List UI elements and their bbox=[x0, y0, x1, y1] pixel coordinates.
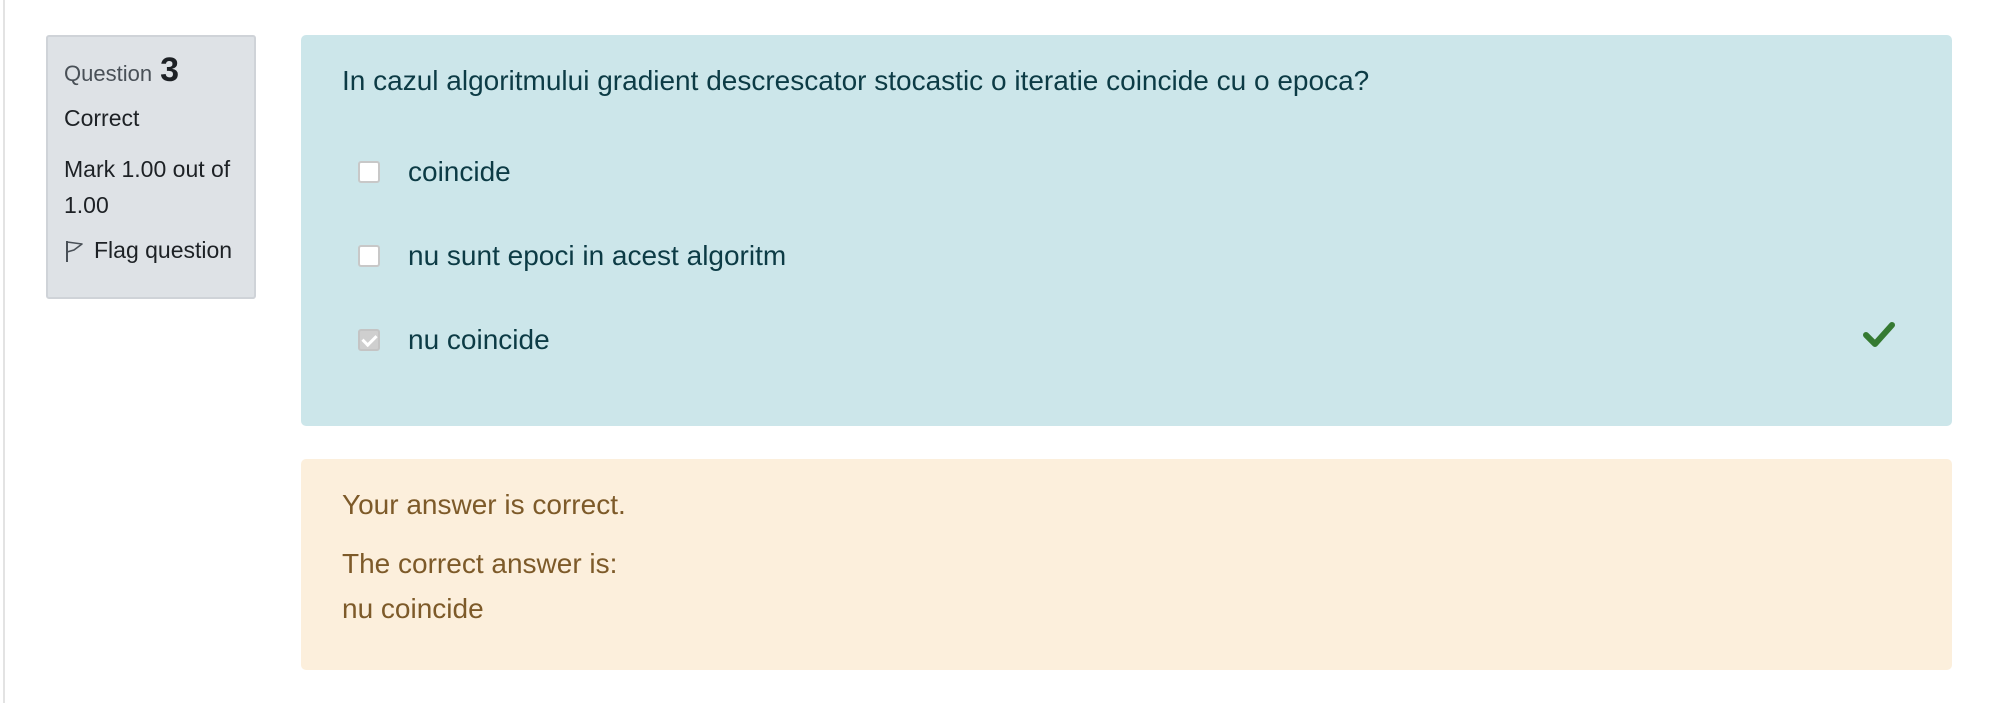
flag-icon bbox=[64, 239, 84, 263]
answer-label: coincide bbox=[408, 156, 511, 187]
question-label: Question bbox=[64, 61, 153, 86]
answer-option[interactable]: nu sunt epoci in acest algoritm bbox=[358, 236, 786, 276]
correct-check-icon bbox=[1863, 320, 1895, 355]
question-grade: Mark 1.00 out of 1.00 bbox=[64, 156, 231, 218]
question-number: 3 bbox=[160, 51, 179, 89]
question-text: In cazul algoritmului gradient descresca… bbox=[342, 65, 1370, 96]
page-left-border bbox=[0, 0, 5, 703]
answer-checkbox-checked[interactable] bbox=[358, 329, 380, 351]
answer-label: nu coincide bbox=[408, 324, 550, 355]
right-answer-value: nu coincide bbox=[342, 593, 484, 624]
question-heading: Question 3 bbox=[64, 51, 240, 91]
answer-label: nu sunt epoci in acest algoritm bbox=[408, 240, 787, 271]
answer-checkbox[interactable] bbox=[358, 161, 380, 183]
answer-option[interactable]: nu coincide bbox=[358, 320, 550, 360]
question-state: Correct bbox=[64, 105, 140, 131]
answer-checkbox[interactable] bbox=[358, 245, 380, 267]
answer-feedback: Your answer is correct. The correct answ… bbox=[301, 459, 1952, 670]
flag-question-label: Flag question bbox=[94, 237, 233, 263]
question-info-panel: Question 3 Correct Mark 1.00 out of 1.00… bbox=[46, 35, 256, 299]
answer-option[interactable]: coincide bbox=[358, 152, 511, 192]
general-feedback: Your answer is correct. bbox=[342, 489, 626, 520]
flag-question-button[interactable]: Flag question bbox=[64, 237, 240, 264]
right-answer-label: The correct answer is: bbox=[342, 548, 618, 579]
question-formulation: In cazul algoritmului gradient descresca… bbox=[301, 35, 1952, 426]
